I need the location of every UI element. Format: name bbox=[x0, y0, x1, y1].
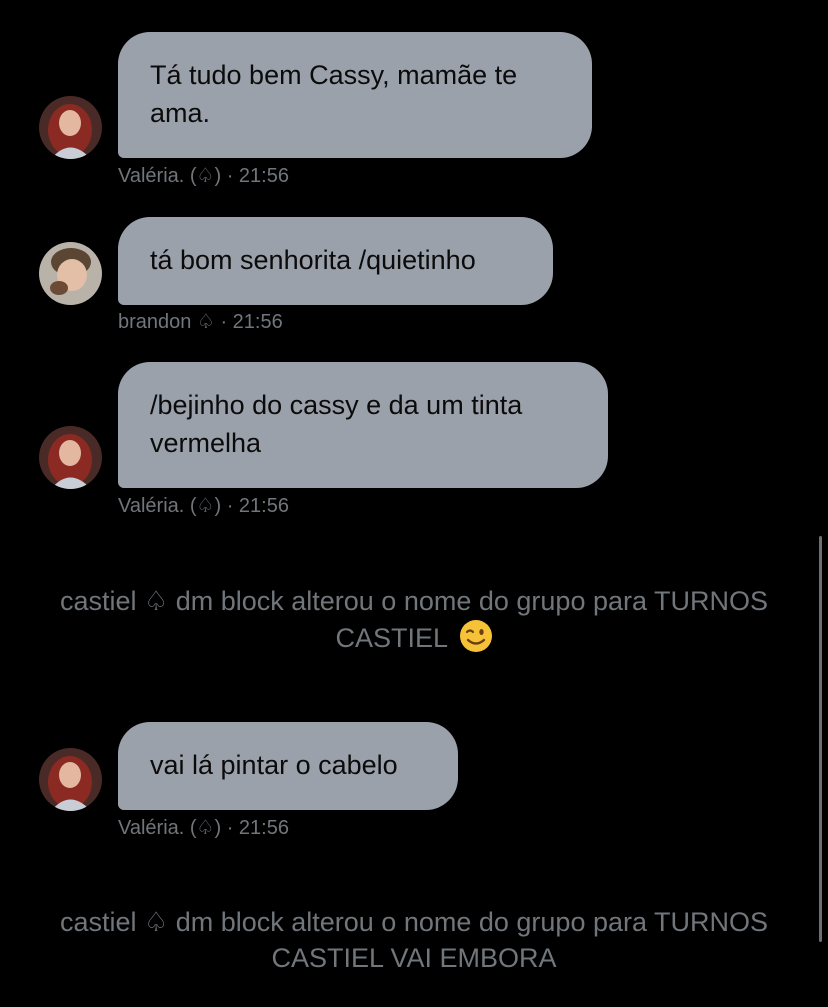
scrollbar[interactable] bbox=[819, 536, 822, 942]
message-text: vai lá pintar o cabelo bbox=[150, 750, 398, 780]
winking-face-emoji bbox=[459, 620, 492, 652]
sender-name: Valéria. (♤) bbox=[118, 817, 222, 839]
valeria-avatar[interactable] bbox=[39, 96, 102, 159]
system-event-text: castiel ♤ dm block alterou o nome do gru… bbox=[59, 586, 769, 653]
message-text: Tá tudo bem Cassy, mamãe te ama. bbox=[150, 60, 518, 128]
system-event-text: castiel ♤ dm block alterou o nome do gru… bbox=[59, 907, 769, 973]
message-meta: Valéria. (♤) · 21:56 bbox=[118, 494, 289, 518]
sender-name: brandon ♤ bbox=[118, 311, 215, 333]
message-meta: brandon ♤ · 21:56 bbox=[118, 310, 283, 334]
message-meta: Valéria. (♤) · 21:56 bbox=[118, 164, 289, 188]
message-time: · 21:56 bbox=[220, 311, 283, 333]
avatar-image bbox=[39, 748, 102, 811]
message-time: · 21:56 bbox=[226, 495, 289, 517]
avatar-image bbox=[39, 426, 102, 489]
valeria-avatar[interactable] bbox=[39, 426, 102, 489]
message-bubble[interactable]: vai lá pintar o cabelo bbox=[118, 722, 458, 810]
avatar-image bbox=[39, 242, 102, 305]
message-time: · 21:56 bbox=[226, 817, 289, 839]
message-text: tá bom senhorita /quietinho bbox=[150, 245, 476, 275]
avatar-image bbox=[39, 96, 102, 159]
message-meta: Valéria. (♤) · 21:56 bbox=[118, 816, 289, 840]
valeria-avatar[interactable] bbox=[39, 748, 102, 811]
system-event: castiel ♤ dm block alterou o nome do gru… bbox=[0, 904, 828, 976]
dm-conversation: Tá tudo bem Cassy, mamãe te ama. Valéria… bbox=[0, 0, 828, 1007]
message-bubble[interactable]: Tá tudo bem Cassy, mamãe te ama. bbox=[118, 32, 592, 158]
message-bubble[interactable]: tá bom senhorita /quietinho bbox=[118, 217, 553, 305]
message-time: · 21:56 bbox=[226, 165, 289, 187]
system-event: castiel ♤ dm block alterou o nome do gru… bbox=[0, 583, 828, 656]
sender-name: Valéria. (♤) bbox=[118, 495, 222, 517]
brandon-avatar[interactable] bbox=[39, 242, 102, 305]
sender-name: Valéria. (♤) bbox=[118, 165, 222, 187]
message-text: /bejinho do cassy e da um tinta vermelha bbox=[150, 390, 523, 458]
message-bubble[interactable]: /bejinho do cassy e da um tinta vermelha bbox=[118, 362, 608, 488]
